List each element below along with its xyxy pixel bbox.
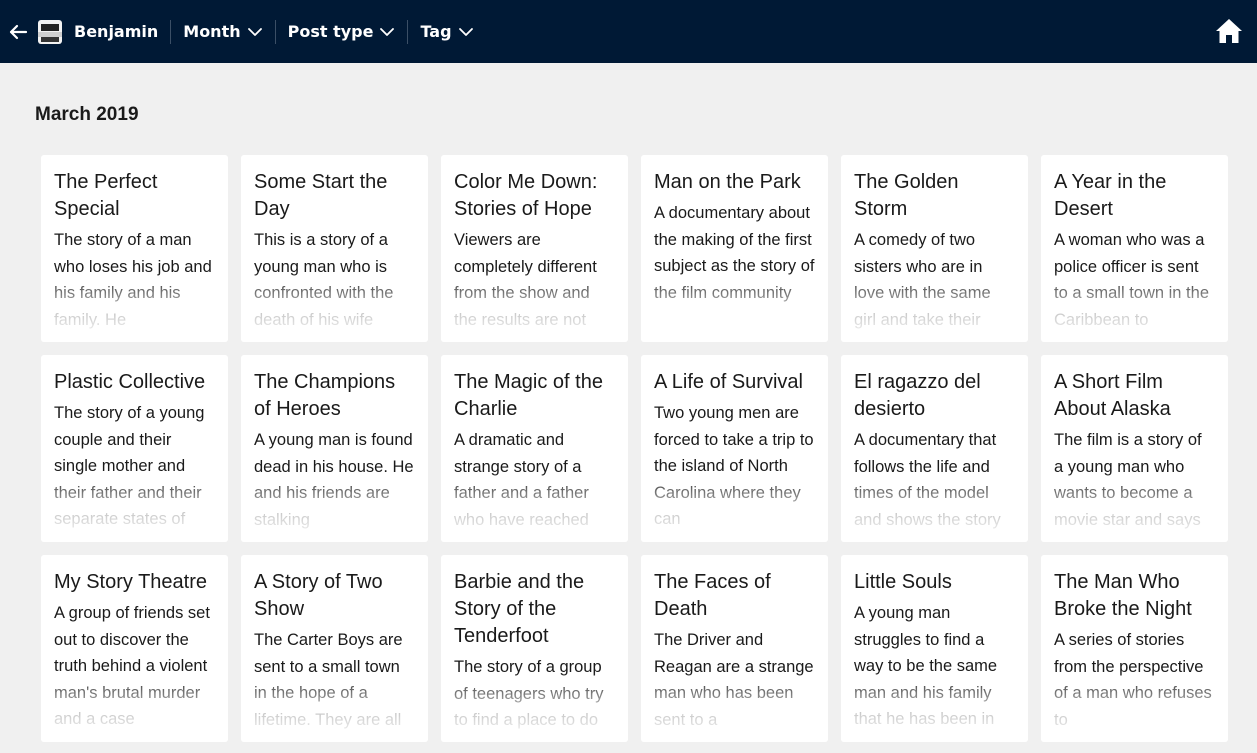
archive-content: March 2019 The Perfect Special The story … bbox=[0, 63, 1257, 753]
post-title: A Short Film About Alaska bbox=[1054, 371, 1171, 420]
tag-filter-label: Tag bbox=[420, 22, 452, 41]
post-card[interactable]: Some Start the Day This is a story of a y… bbox=[241, 155, 428, 342]
post-title: The Perfect Special bbox=[54, 171, 158, 220]
post-title: Barbie and the Story of the Tenderfoot bbox=[454, 571, 585, 647]
post-title: The Faces of Death bbox=[654, 571, 771, 620]
post-description: Two young men are forced to take a trip … bbox=[654, 404, 814, 528]
arrow-left-icon bbox=[9, 24, 28, 39]
post-card[interactable]: Barbie and the Story of the Tenderfoot Th… bbox=[441, 555, 628, 742]
post-description: A young man is found dead in his house. … bbox=[254, 431, 414, 529]
post-description: The Driver and Reagan are a strange man … bbox=[654, 631, 814, 729]
post-description: The film is a story of a young man who w… bbox=[1054, 431, 1202, 529]
top-navigation-bar: Benjamin Month Post type Tag bbox=[0, 0, 1257, 63]
post-description: A documentary that follows the life and … bbox=[854, 431, 1001, 529]
post-card[interactable]: Little Souls A young man struggles to fin… bbox=[841, 555, 1028, 742]
chevron-down-icon bbox=[247, 27, 262, 36]
post-description: A series of stories from the perspective… bbox=[1054, 631, 1212, 729]
post-description: A dramatic and strange story of a father… bbox=[454, 431, 589, 529]
post-description: The Carter Boys are sent to a small town… bbox=[254, 631, 403, 729]
post-description: The story of a man who loses his job and… bbox=[54, 231, 212, 329]
month-filter-dropdown[interactable]: Month bbox=[171, 0, 274, 63]
chevron-down-icon bbox=[458, 27, 473, 36]
blog-name: Benjamin bbox=[74, 22, 159, 41]
back-button[interactable] bbox=[0, 0, 36, 63]
post-card[interactable]: Plastic Collective The story of a young c… bbox=[41, 355, 228, 542]
post-description: This is a story of a young man who is co… bbox=[254, 231, 394, 329]
post-title: The Man Who Broke the Night bbox=[1054, 571, 1192, 620]
post-grid: The Perfect Special The story of a man wh… bbox=[41, 155, 1228, 742]
home-icon bbox=[1216, 19, 1242, 43]
post-title: El ragazzo del desierto bbox=[854, 371, 981, 420]
post-title: Man on the Park bbox=[654, 171, 801, 193]
post-title: A Year in the Desert bbox=[1054, 171, 1167, 220]
post-card[interactable]: The Golden Storm A comedy of two sisters … bbox=[841, 155, 1028, 342]
post-description: A comedy of two sisters who are in love … bbox=[854, 231, 991, 329]
post-card[interactable]: My Story Theatre A group of friends set o… bbox=[41, 555, 228, 742]
post-title: My Story Theatre bbox=[54, 571, 208, 593]
post-title: A Life of Survival bbox=[654, 371, 803, 393]
month-heading: March 2019 bbox=[35, 104, 139, 125]
post-card[interactable]: A Life of Survival Two young men are forc… bbox=[641, 355, 828, 542]
post-card[interactable]: A Short Film About Alaska The film is a s… bbox=[1041, 355, 1228, 542]
post-type-filter-dropdown[interactable]: Post type bbox=[276, 0, 408, 63]
post-description: A group of friends set out to discover t… bbox=[54, 604, 210, 728]
post-title: Little Souls bbox=[854, 571, 952, 593]
post-description: A documentary about the making of the fi… bbox=[654, 204, 815, 302]
post-title: Plastic Collective bbox=[54, 371, 206, 393]
post-card[interactable]: El ragazzo del desierto A documentary tha… bbox=[841, 355, 1028, 542]
post-description: The story of a group of teenagers who tr… bbox=[454, 658, 604, 729]
post-description: The story of a young couple and their si… bbox=[54, 404, 205, 528]
post-card[interactable]: A Story of Two Show The Carter Boys are s… bbox=[241, 555, 428, 742]
post-card[interactable]: The Perfect Special The story of a man wh… bbox=[41, 155, 228, 342]
tag-filter-dropdown[interactable]: Tag bbox=[408, 0, 485, 63]
chevron-down-icon bbox=[380, 27, 395, 36]
post-description: Viewers are completely different from th… bbox=[454, 231, 597, 329]
post-title: The Magic of the Charlie bbox=[454, 371, 603, 420]
post-title: The Golden Storm bbox=[854, 171, 959, 220]
post-type-filter-label: Post type bbox=[287, 22, 374, 41]
post-card[interactable]: Man on the Park A documentary about the m… bbox=[641, 155, 828, 342]
blog-avatar[interactable] bbox=[38, 19, 62, 44]
post-card[interactable]: A Year in the Desert A woman who was a po… bbox=[1041, 155, 1228, 342]
post-description: A woman who was a police officer is sent… bbox=[1054, 231, 1209, 329]
month-filter-label: Month bbox=[183, 22, 241, 41]
post-card[interactable]: Color Me Down: Stories of Hope Viewers ar… bbox=[441, 155, 628, 342]
blog-name-link[interactable]: Benjamin bbox=[74, 0, 170, 63]
post-card[interactable]: The Man Who Broke the Night A series of s… bbox=[1041, 555, 1228, 742]
post-card[interactable]: The Faces of Death The Driver and Reagan … bbox=[641, 555, 828, 742]
post-card[interactable]: The Magic of the Charlie A dramatic and s… bbox=[441, 355, 628, 542]
post-title: The Champions of Heroes bbox=[254, 371, 396, 420]
post-title: A Story of Two Show bbox=[254, 571, 383, 620]
post-title: Color Me Down: Stories of Hope bbox=[454, 171, 598, 220]
home-button[interactable] bbox=[1215, 17, 1243, 45]
post-card[interactable]: The Champions of Heroes A young man is fo… bbox=[241, 355, 428, 542]
post-description: A young man struggles to find a way to b… bbox=[854, 604, 998, 728]
post-title: Some Start the Day bbox=[254, 171, 388, 220]
